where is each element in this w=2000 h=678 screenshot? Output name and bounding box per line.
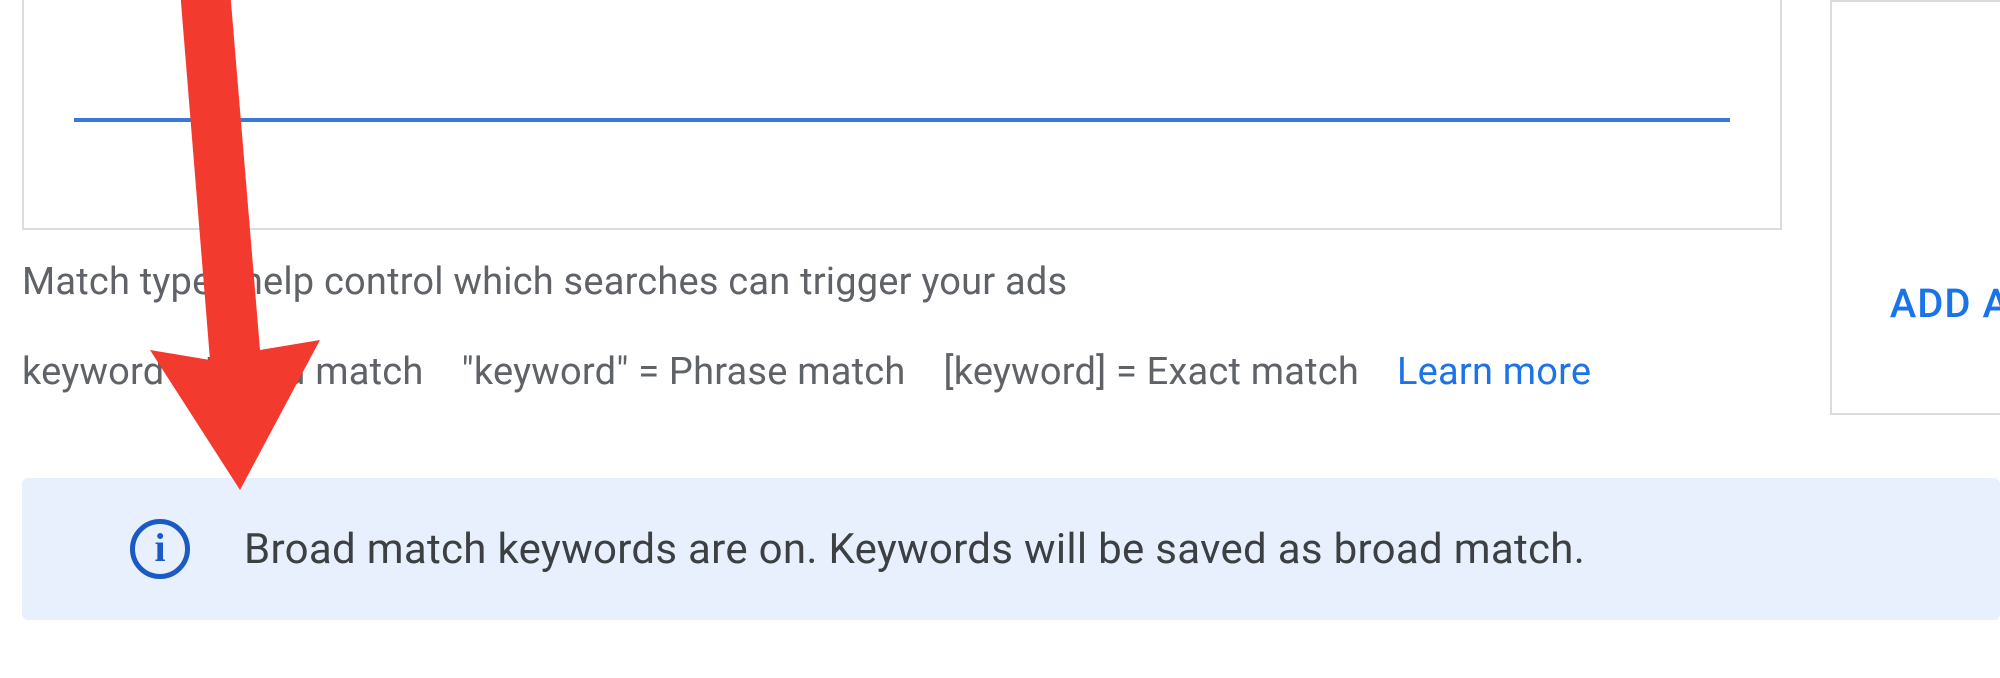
keyword-input-container[interactable] bbox=[22, 0, 1782, 230]
exact-match-example: [keyword] = Exact match bbox=[943, 350, 1359, 394]
match-types-helper-text: Match types help control which searches … bbox=[22, 260, 1067, 304]
side-panel bbox=[1830, 0, 2000, 415]
match-types-examples-row: keyword = Broad match "keyword" = Phrase… bbox=[22, 350, 1591, 394]
info-banner-text: Broad match keywords are on. Keywords wi… bbox=[244, 525, 1585, 574]
input-underline bbox=[74, 118, 1730, 122]
add-button[interactable]: ADD A bbox=[1890, 280, 2000, 327]
learn-more-link[interactable]: Learn more bbox=[1397, 350, 1591, 394]
info-banner: i Broad match keywords are on. Keywords … bbox=[22, 478, 2000, 620]
info-icon: i bbox=[130, 519, 190, 579]
broad-match-example: keyword = Broad match bbox=[22, 350, 424, 394]
phrase-match-example: "keyword" = Phrase match bbox=[462, 350, 906, 394]
